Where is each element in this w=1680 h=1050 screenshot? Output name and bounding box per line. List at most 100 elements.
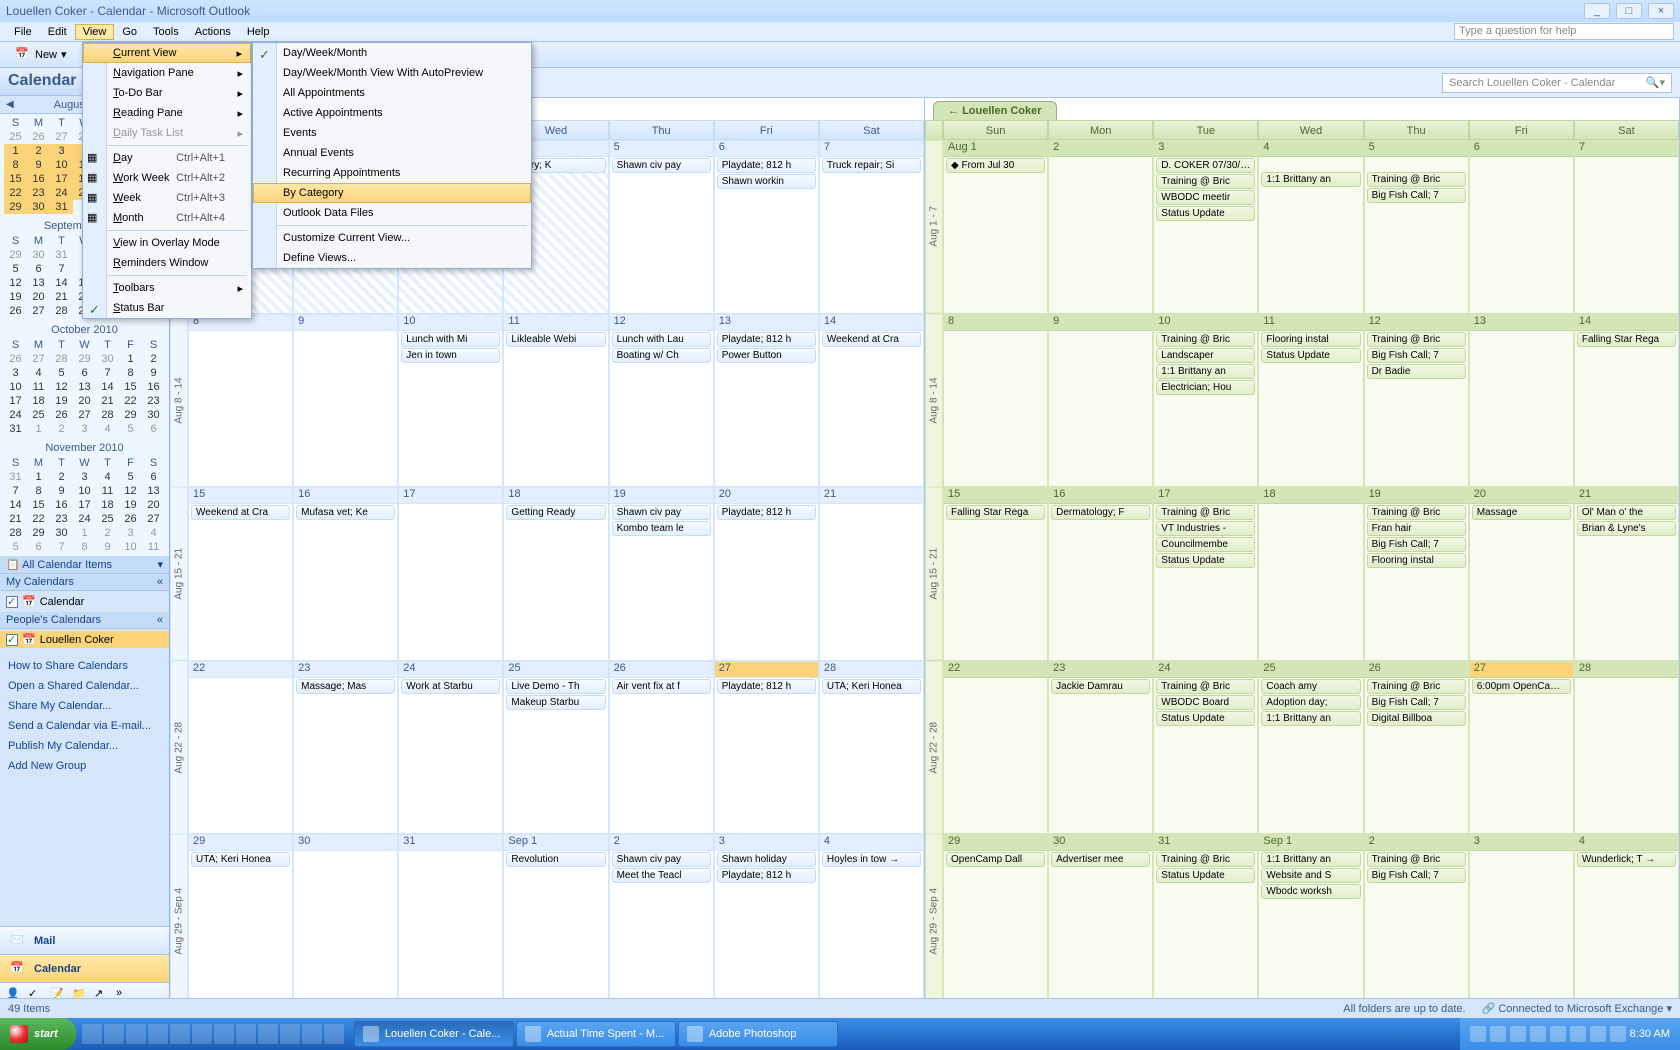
tray-icon[interactable] — [1490, 1026, 1506, 1042]
calendar-event[interactable]: Lunch with Lau — [612, 332, 711, 347]
calendar-cell[interactable]: 30 — [293, 834, 398, 1008]
clock[interactable]: 8:30 AM — [1630, 1028, 1670, 1040]
ql-icon[interactable] — [126, 1024, 146, 1044]
menu-item[interactable]: Events — [253, 123, 531, 143]
mail-nav-button[interactable]: ✉️Mail — [0, 926, 169, 954]
nav-link[interactable]: Share My Calendar... — [8, 696, 161, 716]
menu-item[interactable]: ▦Work WeekCtrl+Alt+2 — [83, 168, 251, 188]
calendar-event[interactable]: Training @ Bric — [1156, 852, 1255, 867]
calendar-event[interactable]: Wbodc worksh — [1261, 884, 1360, 899]
calendar-event[interactable]: Getting Ready — [506, 505, 605, 520]
calendar-event[interactable]: Brian & Lyne's — [1577, 521, 1676, 536]
calendar-event[interactable]: Flooring instal — [1367, 553, 1466, 568]
calendar-cell[interactable]: 7 — [1574, 140, 1679, 314]
calendar-event[interactable]: UTA; Keri Honea — [191, 852, 290, 867]
nav-link[interactable]: Send a Calendar via E-mail... — [8, 716, 161, 736]
calendar-event[interactable]: Training @ Bric — [1156, 505, 1255, 520]
calendar-cell[interactable]: 276:00pm OpenCamp Dallas 2010 Att — [1469, 661, 1574, 835]
calendar-cell[interactable]: 12Training @ BricBig Fish Call; 7Dr Badi… — [1364, 314, 1469, 488]
calendar-event[interactable]: 1:1 Brittany an — [1261, 172, 1360, 187]
calendar-event[interactable]: Jackie Damrau — [1051, 679, 1150, 694]
calendar-cell[interactable]: 14Weekend at Cra — [819, 314, 924, 488]
calendar-event[interactable]: 6:00pm OpenCamp Dallas 2010 Att — [1472, 679, 1571, 694]
calendar-event[interactable]: Air vent fix at f — [612, 679, 711, 694]
menu-file[interactable]: File — [6, 24, 40, 40]
calendar-cell[interactable]: 2 — [1048, 140, 1153, 314]
calendar-event[interactable]: Status Update — [1156, 553, 1255, 568]
calendar-cell[interactable]: 25Live Demo - ThMakeup Starbu — [503, 661, 608, 835]
calendar-event[interactable]: Hoyles in tow → — [822, 852, 921, 867]
calendar-event[interactable]: Landscaper — [1156, 348, 1255, 363]
tray-icon[interactable] — [1530, 1026, 1546, 1042]
right-calendar-tab[interactable]: ← Louellen Coker — [933, 101, 1057, 120]
menu-item[interactable]: ▦MonthCtrl+Alt+4 — [83, 208, 251, 228]
menu-item[interactable]: ▦DayCtrl+Alt+1 — [83, 148, 251, 168]
my-calendar-item[interactable]: 📅Calendar — [6, 593, 163, 610]
ql-icon[interactable] — [258, 1024, 278, 1044]
calendar-cell[interactable]: 28 — [1574, 661, 1679, 835]
calendar-cell[interactable]: 19Shawn civ payKombo team le — [609, 487, 714, 661]
tray-icon[interactable] — [1610, 1026, 1626, 1042]
calendar-event[interactable]: Status Update — [1156, 711, 1255, 726]
mini-calendar[interactable]: October 2010SMTWTFS262728293012345678910… — [0, 320, 169, 438]
calendar-event[interactable]: Big Fish Call; 7 — [1367, 695, 1466, 710]
menu-item[interactable]: Define Views... — [253, 248, 531, 268]
calendar-event[interactable]: Status Update — [1261, 348, 1360, 363]
calendar-cell[interactable]: 2Training @ BricBig Fish Call; 7 — [1364, 834, 1469, 1008]
calendar-event[interactable]: Live Demo - Th — [506, 679, 605, 694]
calendar-event[interactable]: Digital Billboa — [1367, 711, 1466, 726]
calendar-cell[interactable]: 28UTA; Keri Honea — [819, 661, 924, 835]
calendar-cell[interactable]: Sep 1Revolution — [503, 834, 608, 1008]
calendar-cell[interactable]: 24Work at Starbu — [398, 661, 503, 835]
calendar-event[interactable]: Dr Badie — [1367, 364, 1466, 379]
menu-item[interactable]: Day/Week/Month View With AutoPreview — [253, 63, 531, 83]
calendar-cell[interactable]: 7Truck repair; Si — [819, 140, 924, 314]
calendar-cell[interactable]: 26Training @ BricBig Fish Call; 7Digital… — [1364, 661, 1469, 835]
calendar-event[interactable]: ◆ From Jul 30 — [946, 158, 1045, 173]
all-calendar-items[interactable]: 📋 All Calendar Items▾ — [0, 556, 169, 574]
ql-icon[interactable] — [280, 1024, 300, 1044]
calendar-cell[interactable]: 13Playdate; 812 hPower Button — [714, 314, 819, 488]
menu-item[interactable]: ✓Day/Week/Month — [253, 43, 531, 63]
calendar-cell[interactable]: 15Falling Star Rega — [943, 487, 1048, 661]
calendar-event[interactable]: Lunch with Mi — [401, 332, 500, 347]
calendar-event[interactable]: Mufasa vet; Ke — [296, 505, 395, 520]
calendar-event[interactable]: Jen in town — [401, 348, 500, 363]
calendar-event[interactable]: Training @ Bric — [1156, 174, 1255, 189]
ql-icon[interactable] — [82, 1024, 102, 1044]
calendar-event[interactable]: UTA; Keri Honea — [822, 679, 921, 694]
calendar-cell[interactable]: 18 — [1258, 487, 1363, 661]
calendar-cell[interactable]: 17Training @ BricVT Industries -Councilm… — [1153, 487, 1258, 661]
calendar-cell[interactable]: 9 — [293, 314, 398, 488]
ql-icon[interactable] — [214, 1024, 234, 1044]
calendar-cell[interactable]: 10Lunch with MiJen in town — [398, 314, 503, 488]
calendar-cell[interactable]: 17 — [398, 487, 503, 661]
calendar-cell[interactable]: 31 — [398, 834, 503, 1008]
ql-icon[interactable] — [236, 1024, 256, 1044]
calendar-event[interactable]: Coach amy — [1261, 679, 1360, 694]
calendar-event[interactable]: Councilmembe — [1156, 537, 1255, 552]
nav-link[interactable]: Add New Group — [8, 756, 161, 776]
menu-item[interactable]: Active Appointments — [253, 103, 531, 123]
calendar-event[interactable]: Big Fish Call; 7 — [1367, 868, 1466, 883]
menu-item[interactable]: Customize Current View... — [253, 228, 531, 248]
calendar-event[interactable]: Status Update — [1156, 868, 1255, 883]
menu-actions[interactable]: Actions — [187, 24, 239, 40]
menu-go[interactable]: Go — [114, 24, 145, 40]
calendar-cell[interactable]: 5Training @ BricBig Fish Call; 7 — [1364, 140, 1469, 314]
calendar-event[interactable]: Power Button — [717, 348, 816, 363]
calendar-event[interactable]: Advertiser mee — [1051, 852, 1150, 867]
calendar-cell[interactable]: 18Getting Ready — [503, 487, 608, 661]
calendar-cell[interactable]: 16Dermatology; F — [1048, 487, 1153, 661]
tray-icon[interactable] — [1470, 1026, 1486, 1042]
calendar-event[interactable]: Big Fish Call; 7 — [1367, 537, 1466, 552]
menu-edit[interactable]: Edit — [40, 24, 75, 40]
taskbar-button[interactable]: Louellen Coker - Cale... — [354, 1021, 514, 1047]
calendar-event[interactable]: 1:1 Brittany an — [1261, 711, 1360, 726]
calendar-cell[interactable]: 4Wunderlick; T → — [1574, 834, 1679, 1008]
calendar-cell[interactable]: 6 — [1469, 140, 1574, 314]
calendar-event[interactable]: Electrician; Hou — [1156, 380, 1255, 395]
start-button[interactable]: start — [0, 1018, 76, 1050]
calendar-event[interactable]: Fran hair — [1367, 521, 1466, 536]
calendar-cell[interactable]: 19Training @ BricFran hairBig Fish Call;… — [1364, 487, 1469, 661]
